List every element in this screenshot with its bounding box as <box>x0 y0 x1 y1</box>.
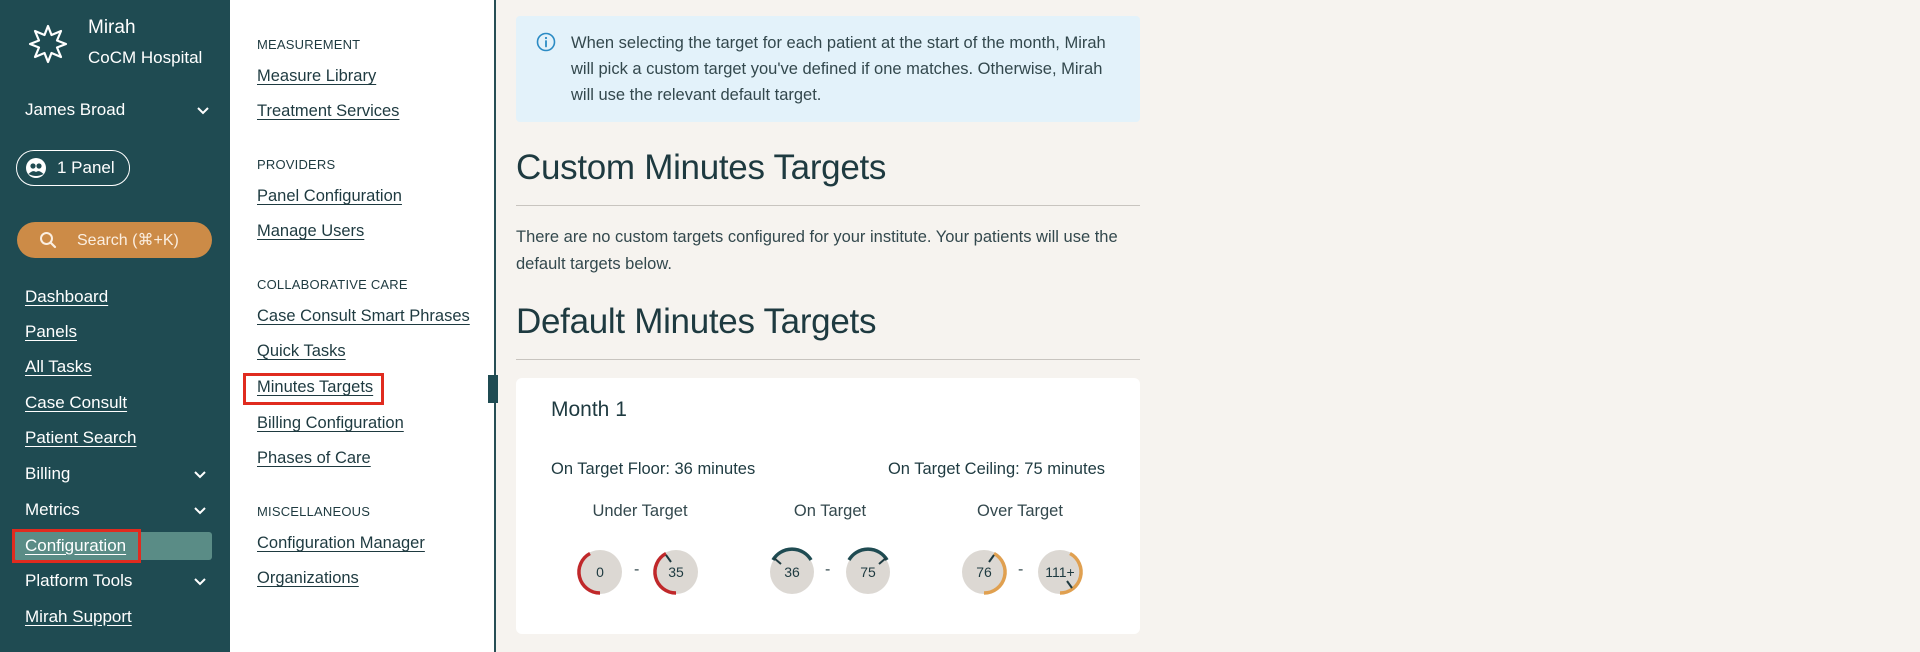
month-target-card: Month 1 On Target Floor: 36 minutes On T… <box>516 378 1140 634</box>
group-avatar-icon <box>26 158 46 178</box>
nav-label: Metrics <box>25 500 80 519</box>
gauge-value: 111+ <box>1045 564 1075 580</box>
search-icon <box>40 232 57 249</box>
active-item-marker <box>488 375 498 403</box>
gauge-value: 75 <box>860 564 876 580</box>
over-target-label: Over Target <box>977 502 1063 520</box>
gauge-value: 36 <box>784 564 800 580</box>
link-treatment-services[interactable]: Treatment Services <box>257 102 399 121</box>
gauge-value: 35 <box>668 564 684 580</box>
mirah-logo-icon <box>28 24 68 64</box>
range-dash: - <box>825 561 831 578</box>
on-target-label: On Target <box>793 502 867 520</box>
nav-platform-tools[interactable]: Platform Tools <box>13 567 212 595</box>
nav-label: Case Consult <box>25 393 128 412</box>
chevron-down-icon <box>197 107 209 115</box>
range-dash: - <box>634 561 640 578</box>
nav-panels[interactable]: Panels <box>13 318 212 346</box>
nav-dashboard[interactable]: Dashboard <box>13 283 212 311</box>
custom-targets-description: There are no custom targets configured f… <box>516 228 1118 273</box>
default-targets-title: Default Minutes Targets <box>516 302 877 341</box>
link-panel-configuration[interactable]: Panel Configuration <box>257 187 402 206</box>
range-dash: - <box>1018 561 1024 578</box>
nav-metrics[interactable]: Metrics <box>13 496 212 524</box>
chevron-down-icon <box>194 578 206 586</box>
link-billing-configuration[interactable]: Billing Configuration <box>257 414 404 433</box>
nav-label: Mirah Support <box>25 607 132 626</box>
search-button[interactable]: Search (⌘+K) <box>17 222 212 258</box>
nav-label: Dashboard <box>25 287 109 306</box>
nav-label: Patient Search <box>25 428 137 447</box>
section-heading-providers: PROVIDERS <box>257 157 336 172</box>
section-heading-measurement: MEASUREMENT <box>257 37 361 52</box>
chevron-down-icon <box>194 471 206 479</box>
section-heading-collaborative-care: COLLABORATIVE CARE <box>257 277 408 292</box>
link-quick-tasks[interactable]: Quick Tasks <box>257 342 346 361</box>
user-name: James Broad <box>25 100 126 119</box>
institute-name: CoCM Hospital <box>88 48 203 67</box>
info-banner: When selecting the target for each patie… <box>516 16 1140 122</box>
custom-targets-title: Custom Minutes Targets <box>516 148 887 187</box>
link-phases-of-care[interactable]: Phases of Care <box>257 449 371 468</box>
target-ceiling: On Target Ceiling: 75 minutes <box>887 460 1105 478</box>
sidebar: Mirah CoCM Hospital James Broad 1 Panel … <box>0 0 230 652</box>
nav-label: Panels <box>25 322 77 341</box>
chevron-down-icon <box>194 507 206 515</box>
link-manage-users[interactable]: Manage Users <box>257 222 364 241</box>
nav-patient-search[interactable]: Patient Search <box>13 424 212 452</box>
link-case-consult-smart-phrases[interactable]: Case Consult Smart Phrases <box>257 307 470 326</box>
nav-label: Platform Tools <box>25 571 133 590</box>
link-organizations[interactable]: Organizations <box>257 569 359 588</box>
nav-label: Billing <box>25 464 71 483</box>
link-configuration-manager[interactable]: Configuration Manager <box>257 534 425 553</box>
section-heading-miscellaneous: MISCELLANEOUS <box>257 504 371 519</box>
nav-billing[interactable]: Billing <box>13 460 212 488</box>
panel-label: 1 Panel <box>57 158 115 177</box>
info-text: When selecting the target for each patie… <box>571 34 1106 104</box>
info-icon <box>536 32 556 52</box>
nav-all-tasks[interactable]: All Tasks <box>13 353 212 381</box>
link-measure-library[interactable]: Measure Library <box>257 67 376 86</box>
configuration-subnav: MEASUREMENT Measure Library Treatment Se… <box>230 0 496 652</box>
link-minutes-targets[interactable]: Minutes Targets <box>257 378 373 397</box>
divider <box>516 359 1140 360</box>
divider <box>516 205 1140 206</box>
user-menu[interactable]: James Broad <box>25 98 211 122</box>
search-label: Search (⌘+K) <box>77 232 179 249</box>
gauge-value: 76 <box>976 564 992 580</box>
nav-case-consult[interactable]: Case Consult <box>13 389 212 417</box>
panel-selector-button[interactable]: 1 Panel <box>16 150 130 186</box>
brand[interactable]: Mirah CoCM Hospital <box>26 16 202 70</box>
under-target-label: Under Target <box>592 502 688 520</box>
brand-name: Mirah <box>88 17 136 38</box>
nav-label: Configuration <box>25 536 127 555</box>
target-floor: On Target Floor: 36 minutes <box>551 460 756 478</box>
month-title: Month 1 <box>551 398 627 421</box>
nav-mirah-support[interactable]: Mirah Support <box>13 603 212 631</box>
gauge-value: 0 <box>596 564 604 580</box>
nav-configuration[interactable]: Configuration <box>13 532 212 560</box>
nav-label: All Tasks <box>25 357 92 376</box>
